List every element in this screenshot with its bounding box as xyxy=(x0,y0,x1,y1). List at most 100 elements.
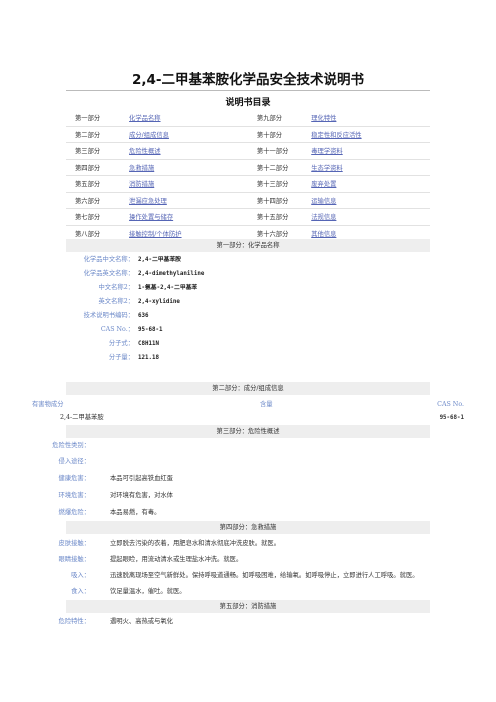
field-label: 食入： xyxy=(71,588,90,595)
toc-link[interactable]: 操作处置与储存 xyxy=(129,214,173,221)
toc-link[interactable]: 生态学资料 xyxy=(311,165,342,172)
section-5-heading: 第五部分：消防措施 xyxy=(66,600,430,613)
substance-cas: 95-68-1 xyxy=(439,415,464,421)
sec1-row-cn-name-2: 中文名称2： 1-氨基-2,4-二甲基苯 xyxy=(30,281,466,295)
toc-link[interactable]: 成分/组成信息 xyxy=(129,132,169,139)
toc-link[interactable]: 运输信息 xyxy=(311,198,336,205)
toc-row: 第五部分 消防措施 第十三部分 废弃处置 xyxy=(66,175,430,193)
sec4-row-ingestion: 食入： 饮足量温水，催吐。就医。 xyxy=(30,585,466,599)
toc-part-number: 第八部分 xyxy=(75,230,101,238)
field-text: 立即脱去污染的衣着，用肥皂水和清水彻底冲洗皮肤。就医。 xyxy=(110,540,281,547)
sec3-row-category: 危险性类别： xyxy=(30,439,466,453)
field-value: 2,4-xylidine xyxy=(138,299,180,305)
toc-part-number: 第十四部分 xyxy=(256,197,289,205)
toc-link[interactable]: 稳定性和反应活性 xyxy=(311,132,361,139)
field-value: 95-68-1 xyxy=(138,327,163,333)
sec1-row-en-name-2: 英文名称2： 2,4-xylidine xyxy=(30,295,466,309)
sec3-row-fire: 燃爆危险： 本品易燃，有毒。 xyxy=(30,506,466,520)
toc-part-number: 第三部分 xyxy=(75,148,101,156)
sec3-row-environment: 环境危害： 对环境有危害，对水体 xyxy=(30,489,466,503)
toc-part-number: 第十部分 xyxy=(256,131,283,139)
sec1-row-mw: 分子量： 121.18 xyxy=(30,351,466,365)
field-text: 对环境有危害，对水体 xyxy=(110,492,173,499)
toc-heading: 说明书目录 xyxy=(225,98,271,108)
field-value: 121.18 xyxy=(138,355,159,361)
toc-part-number: 第十一部分 xyxy=(256,148,289,156)
toc-link[interactable]: 废弃处置 xyxy=(311,181,336,188)
toc-part-number: 第十二部分 xyxy=(256,164,289,172)
document-title: 2,4-二甲基苯胺化学品安全技术说明书 xyxy=(131,72,365,88)
field-label: 英文名称2： xyxy=(98,298,135,305)
field-value: 1-氨基-2,4-二甲基苯 xyxy=(138,285,198,291)
sec1-row-cas: CAS No.： 95-68-1 xyxy=(30,323,466,337)
toc-row: 第一部分 化学品名称 第九部分 理化特性 xyxy=(66,110,430,127)
field-label: 眼睛接触： xyxy=(58,556,90,563)
document-page: 2,4-二甲基苯胺化学品安全技术说明书 说明书目录 第一部分 化学品名称 第九部分 理… xyxy=(0,0,496,702)
substance-name: 2,4-二甲基苯胺 xyxy=(60,414,104,421)
section-1-heading: 第一部分：化学品名称 xyxy=(66,239,430,252)
field-label: 皮肤接触： xyxy=(58,540,90,547)
toc-link[interactable]: 急救措施 xyxy=(129,165,154,172)
sec1-row-en-name: 化学品英文名称： 2,4-dimethylaniline xyxy=(30,267,466,281)
field-text: 提起眼睑，用流动清水或生理盐水冲洗。就医。 xyxy=(110,556,243,563)
field-label: 中文名称2： xyxy=(98,284,135,291)
sec4-row-skin: 皮肤接触： 立即脱去污染的衣着，用肥皂水和清水彻底冲洗皮肤。就医。 xyxy=(30,537,466,551)
field-text: 遇明火、高热或与氧化 xyxy=(110,618,173,625)
sec4-row-eye: 眼睛接触： 提起眼睑，用流动清水或生理盐水冲洗。就医。 xyxy=(30,553,466,567)
section-4-heading: 第四部分：急救措施 xyxy=(66,521,430,534)
field-value: 636 xyxy=(138,313,149,319)
toc-row: 第三部分 危险性概述 第十一部分 毒理学资料 xyxy=(66,142,430,160)
sec3-row-route: 侵入途径： xyxy=(30,455,466,469)
toc-part-number: 第六部分 xyxy=(75,197,101,205)
field-value: 2,4-dimethylaniline xyxy=(138,271,205,277)
toc-link[interactable]: 理化特性 xyxy=(311,115,336,122)
field-label: 环境危害： xyxy=(58,492,90,499)
field-text: 本品可引起高铁血红蛋 xyxy=(110,475,173,482)
toc-link[interactable]: 化学品名称 xyxy=(129,115,160,122)
toc-link[interactable]: 消防措施 xyxy=(129,181,154,188)
composition-row: 2,4-二甲基苯胺 95-68-1 xyxy=(30,412,466,424)
composition-header: 有害物成分 含量 CAS No. xyxy=(30,399,466,411)
field-label: 危险特性： xyxy=(58,618,90,625)
field-label: 侵入途径： xyxy=(58,458,90,465)
toc-row: 第六部分 泄漏应急处理 第十四部分 运输信息 xyxy=(66,192,430,209)
field-label: 分子量： xyxy=(108,354,134,361)
toc-part-number: 第九部分 xyxy=(256,115,283,123)
field-text: 本品易燃，有毒。 xyxy=(110,509,161,516)
field-label: 健康危害： xyxy=(58,475,90,482)
toc-link[interactable]: 危险性概述 xyxy=(129,148,160,155)
field-label: 燃爆危险： xyxy=(58,509,90,516)
toc-row: 第四部分 急救措施 第十二部分 生态学资料 xyxy=(66,159,430,176)
toc-part-number: 第十六部分 xyxy=(256,230,289,238)
toc-part-number: 第一部分 xyxy=(75,115,101,123)
col-content: 含量 xyxy=(260,401,273,408)
toc-link[interactable]: 接触控制/个体防护 xyxy=(129,231,182,238)
toc-part-number: 第十三部分 xyxy=(256,181,289,189)
sec3-row-health: 健康危害： 本品可引起高铁血红蛋 xyxy=(30,472,466,486)
field-value: C8H11N xyxy=(138,341,159,347)
col-cas: CAS No. xyxy=(437,401,464,408)
toc-part-number: 第七部分 xyxy=(75,214,101,222)
toc-part-number: 第五部分 xyxy=(75,181,101,189)
toc-link[interactable]: 法规信息 xyxy=(311,214,336,221)
sec5-row-hazard: 危险特性： 遇明火、高热或与氧化 xyxy=(30,615,466,629)
field-label: 吸入： xyxy=(71,572,90,579)
field-label: 化学品中文名称： xyxy=(83,256,134,263)
toc-link[interactable]: 其他信息 xyxy=(311,231,336,238)
toc-link[interactable]: 毒理学资料 xyxy=(311,148,342,155)
field-label: 危险性类别： xyxy=(52,442,90,449)
title-divider xyxy=(66,90,430,91)
sec4-row-inhalation: 吸入： 迅速脱离现场至空气新鲜处。保持呼吸道通畅。如呼吸困难，给输氧。如呼吸停止… xyxy=(30,569,466,583)
section-2-heading: 第二部分：成分/组成信息 xyxy=(66,382,430,395)
section-3-heading: 第三部分：危险性概述 xyxy=(66,425,430,438)
col-substance: 有害物成分 xyxy=(32,401,64,408)
field-label: 分子式： xyxy=(108,340,134,347)
field-value: 2,4-二甲基苯胺 xyxy=(138,257,181,263)
field-text: 饮足量温水，催吐。就医。 xyxy=(110,588,186,595)
field-label: 化学品英文名称： xyxy=(83,270,134,277)
toc-table: 第一部分 化学品名称 第九部分 理化特性 第二部分 成分/组成信息 第十部分 稳定性和反应活性… xyxy=(66,110,430,242)
sec1-row-code: 技术说明书编码： 636 xyxy=(30,309,466,323)
sec1-row-formula: 分子式： C8H11N xyxy=(30,337,466,351)
toc-part-number: 第十五部分 xyxy=(256,214,289,222)
toc-link[interactable]: 泄漏应急处理 xyxy=(129,198,167,205)
